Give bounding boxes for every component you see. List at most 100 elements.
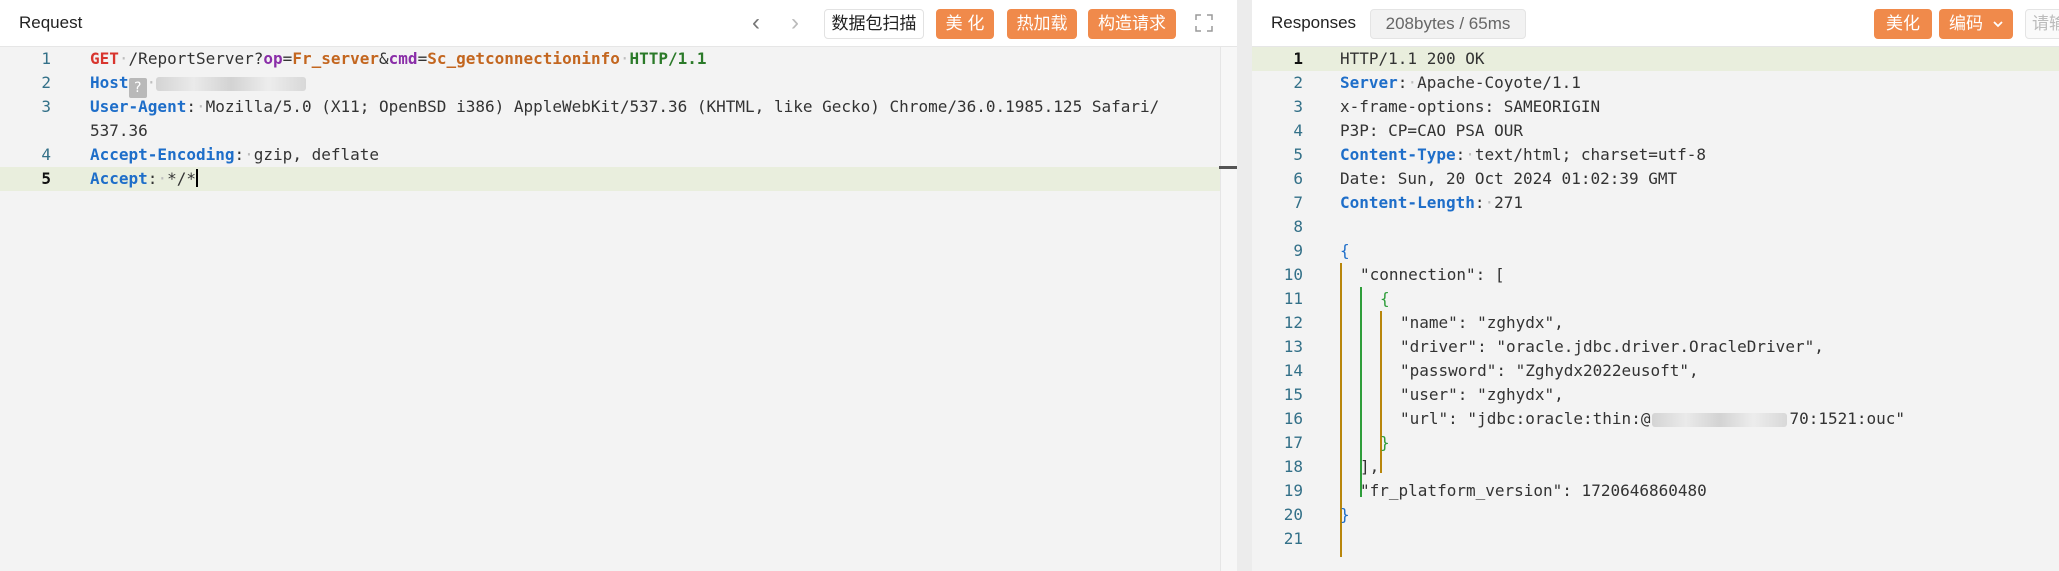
- line-number: 1: [41, 49, 51, 68]
- code-line: 9 {: [1252, 239, 2059, 263]
- code-line: 11 {: [1252, 287, 2059, 311]
- response-header: Responses 208bytes / 65ms 美化 编码 请输: [1252, 0, 2059, 47]
- json-line: "fr_platform_version": 1720646860480: [1360, 481, 1707, 500]
- encode-label: 编码: [1949, 14, 1983, 33]
- response-meta-badge: 208bytes / 65ms: [1370, 9, 1526, 39]
- forward-icon[interactable]: ›: [791, 10, 799, 36]
- chevron-down-icon: [1992, 9, 2004, 49]
- code-line: 2 Host? ·: [0, 71, 1237, 98]
- code-line: 537.36: [0, 119, 1237, 143]
- json-brace: {: [1340, 241, 1350, 260]
- code-line: 20 }: [1252, 503, 2059, 527]
- code-line: 3 x-frame-options: SAMEORIGIN: [1252, 95, 2059, 119]
- line-number: 2: [41, 73, 51, 92]
- request-scrollbar[interactable]: [1220, 47, 1237, 571]
- line-number: 5: [41, 169, 51, 188]
- code-line: 13 "driver": "oracle.jdbc.driver.OracleD…: [1252, 335, 2059, 359]
- response-pane: Responses 208bytes / 65ms 美化 编码 请输 1 HTT…: [1252, 0, 2059, 571]
- code-line: 2 Server:·Apache-Coyote/1.1: [1252, 71, 2059, 95]
- line-number: 10: [1283, 265, 1303, 284]
- encode-dropdown[interactable]: 编码: [1939, 9, 2013, 39]
- json-brace: {: [1380, 289, 1390, 308]
- json-line: "password": "Zghydx2022eusoft",: [1400, 361, 1699, 380]
- line-number: 11: [1283, 289, 1303, 308]
- json-brace: }: [1340, 505, 1350, 524]
- json-brace: }: [1380, 433, 1390, 452]
- line-number: 19: [1283, 481, 1303, 500]
- line-number: 4: [1293, 121, 1303, 140]
- request-title: Request: [19, 13, 83, 32]
- line-number: 2: [1293, 73, 1303, 92]
- line-number: 13: [1283, 337, 1303, 356]
- content-length-header: Content-Length:·271: [1340, 193, 1524, 212]
- line-number: 1: [1293, 49, 1303, 68]
- line-number: 6: [1293, 169, 1303, 188]
- code-line: 4 P3P: CP=CAO PSA OUR: [1252, 119, 2059, 143]
- hotload-button[interactable]: 热加载: [1007, 9, 1077, 39]
- date-header: Date: Sun, 20 Oct 2024 01:02:39 GMT: [1340, 169, 1678, 188]
- line-number: 3: [1293, 97, 1303, 116]
- user-agent-wrap: 537.36: [90, 121, 148, 140]
- code-line: 19 "fr_platform_version": 1720646860480: [1252, 479, 2059, 503]
- code-line: 3 User-Agent:·Mozilla/5.0 (X11; OpenBSD …: [0, 95, 1237, 119]
- text-cursor: [195, 169, 198, 187]
- code-line-active: 1 HTTP/1.1 200 OK: [1252, 47, 2059, 71]
- json-line: "name": "zghydx",: [1400, 313, 1564, 332]
- code-line: 14 "password": "Zghydx2022eusoft",: [1252, 359, 2059, 383]
- code-line: 7 Content-Length:·271: [1252, 191, 2059, 215]
- packet-scan-button[interactable]: 数据包扫描: [824, 9, 924, 39]
- request-line: GET·/ReportServer?op=Fr_server&cmd=Sc_ge…: [90, 49, 707, 68]
- code-line-active: 5 Accept:·*/*: [0, 167, 1220, 191]
- code-line: 1 GET·/ReportServer?op=Fr_server&cmd=Sc_…: [0, 47, 1237, 71]
- line-number: 17: [1283, 433, 1303, 452]
- p3p-header: P3P: CP=CAO PSA OUR: [1340, 121, 1524, 140]
- server-header: Server:·Apache-Coyote/1.1: [1340, 73, 1581, 92]
- code-line: 15 "user": "zghydx",: [1252, 383, 2059, 407]
- request-editor[interactable]: 1 GET·/ReportServer?op=Fr_server&cmd=Sc_…: [0, 47, 1237, 571]
- line-number: 9: [1293, 241, 1303, 260]
- scroll-position-marker: [1219, 166, 1237, 169]
- user-agent-header: User-Agent:·Mozilla/5.0 (X11; OpenBSD i3…: [90, 97, 1160, 116]
- back-icon[interactable]: ‹: [752, 10, 760, 36]
- json-line: "url": "jdbc:oracle:thin:@ 70:1521:ouc": [1400, 409, 1906, 428]
- code-line: 12 "name": "zghydx",: [1252, 311, 2059, 335]
- line-number: 15: [1283, 385, 1303, 404]
- response-beautify-button[interactable]: 美化: [1874, 9, 1932, 39]
- x-frame-options-header: x-frame-options: SAMEORIGIN: [1340, 97, 1601, 116]
- code-line: 4 Accept-Encoding:·gzip, deflate: [0, 143, 1237, 167]
- line-number: 8: [1293, 217, 1303, 236]
- line-number: 16: [1283, 409, 1303, 428]
- line-number: 18: [1283, 457, 1303, 476]
- line-number: 7: [1293, 193, 1303, 212]
- line-number: 12: [1283, 313, 1303, 332]
- line-number: 3: [41, 97, 51, 116]
- redacted-host: [156, 76, 307, 91]
- response-editor[interactable]: 1 HTTP/1.1 200 OK 2 Server:·Apache-Coyot…: [1252, 47, 2059, 571]
- json-line: "connection": [: [1360, 265, 1505, 284]
- request-pane: Request ‹ › 数据包扫描 美 化 热加载 构造请求 1 GET·/Re…: [0, 0, 1237, 571]
- line-number: 20: [1283, 505, 1303, 524]
- accept-encoding-header: Accept-Encoding:·gzip, deflate: [90, 145, 380, 164]
- clear-input[interactable]: 请输: [2025, 9, 2059, 39]
- code-line: 10 "connection": [: [1252, 263, 2059, 287]
- construct-request-button[interactable]: 构造请求: [1088, 9, 1176, 39]
- accept-header: Accept:·*/*: [90, 169, 198, 188]
- fullscreen-icon[interactable]: [1194, 13, 1214, 33]
- line-number: 14: [1283, 361, 1303, 380]
- beautify-button[interactable]: 美 化: [936, 9, 994, 39]
- line-number: 4: [41, 145, 51, 164]
- status-line: HTTP/1.1 200 OK: [1340, 49, 1485, 68]
- code-line: 8: [1252, 215, 2059, 239]
- content-type-header: Content-Type:·text/html; charset=utf-8: [1340, 145, 1707, 164]
- code-line: 5 Content-Type:·text/html; charset=utf-8: [1252, 143, 2059, 167]
- code-line: 6 Date: Sun, 20 Oct 2024 01:02:39 GMT: [1252, 167, 2059, 191]
- request-header: Request ‹ › 数据包扫描 美 化 热加载 构造请求: [0, 0, 1237, 47]
- redacted-ip: [1652, 412, 1788, 427]
- line-number: 21: [1283, 529, 1303, 548]
- code-line: 18 ],: [1252, 455, 2059, 479]
- json-line: "driver": "oracle.jdbc.driver.OracleDriv…: [1400, 337, 1824, 356]
- code-line: 21: [1252, 527, 2059, 551]
- response-title: Responses: [1271, 13, 1357, 32]
- code-line: 17 }: [1252, 431, 2059, 455]
- host-header: Host? ·: [90, 71, 307, 98]
